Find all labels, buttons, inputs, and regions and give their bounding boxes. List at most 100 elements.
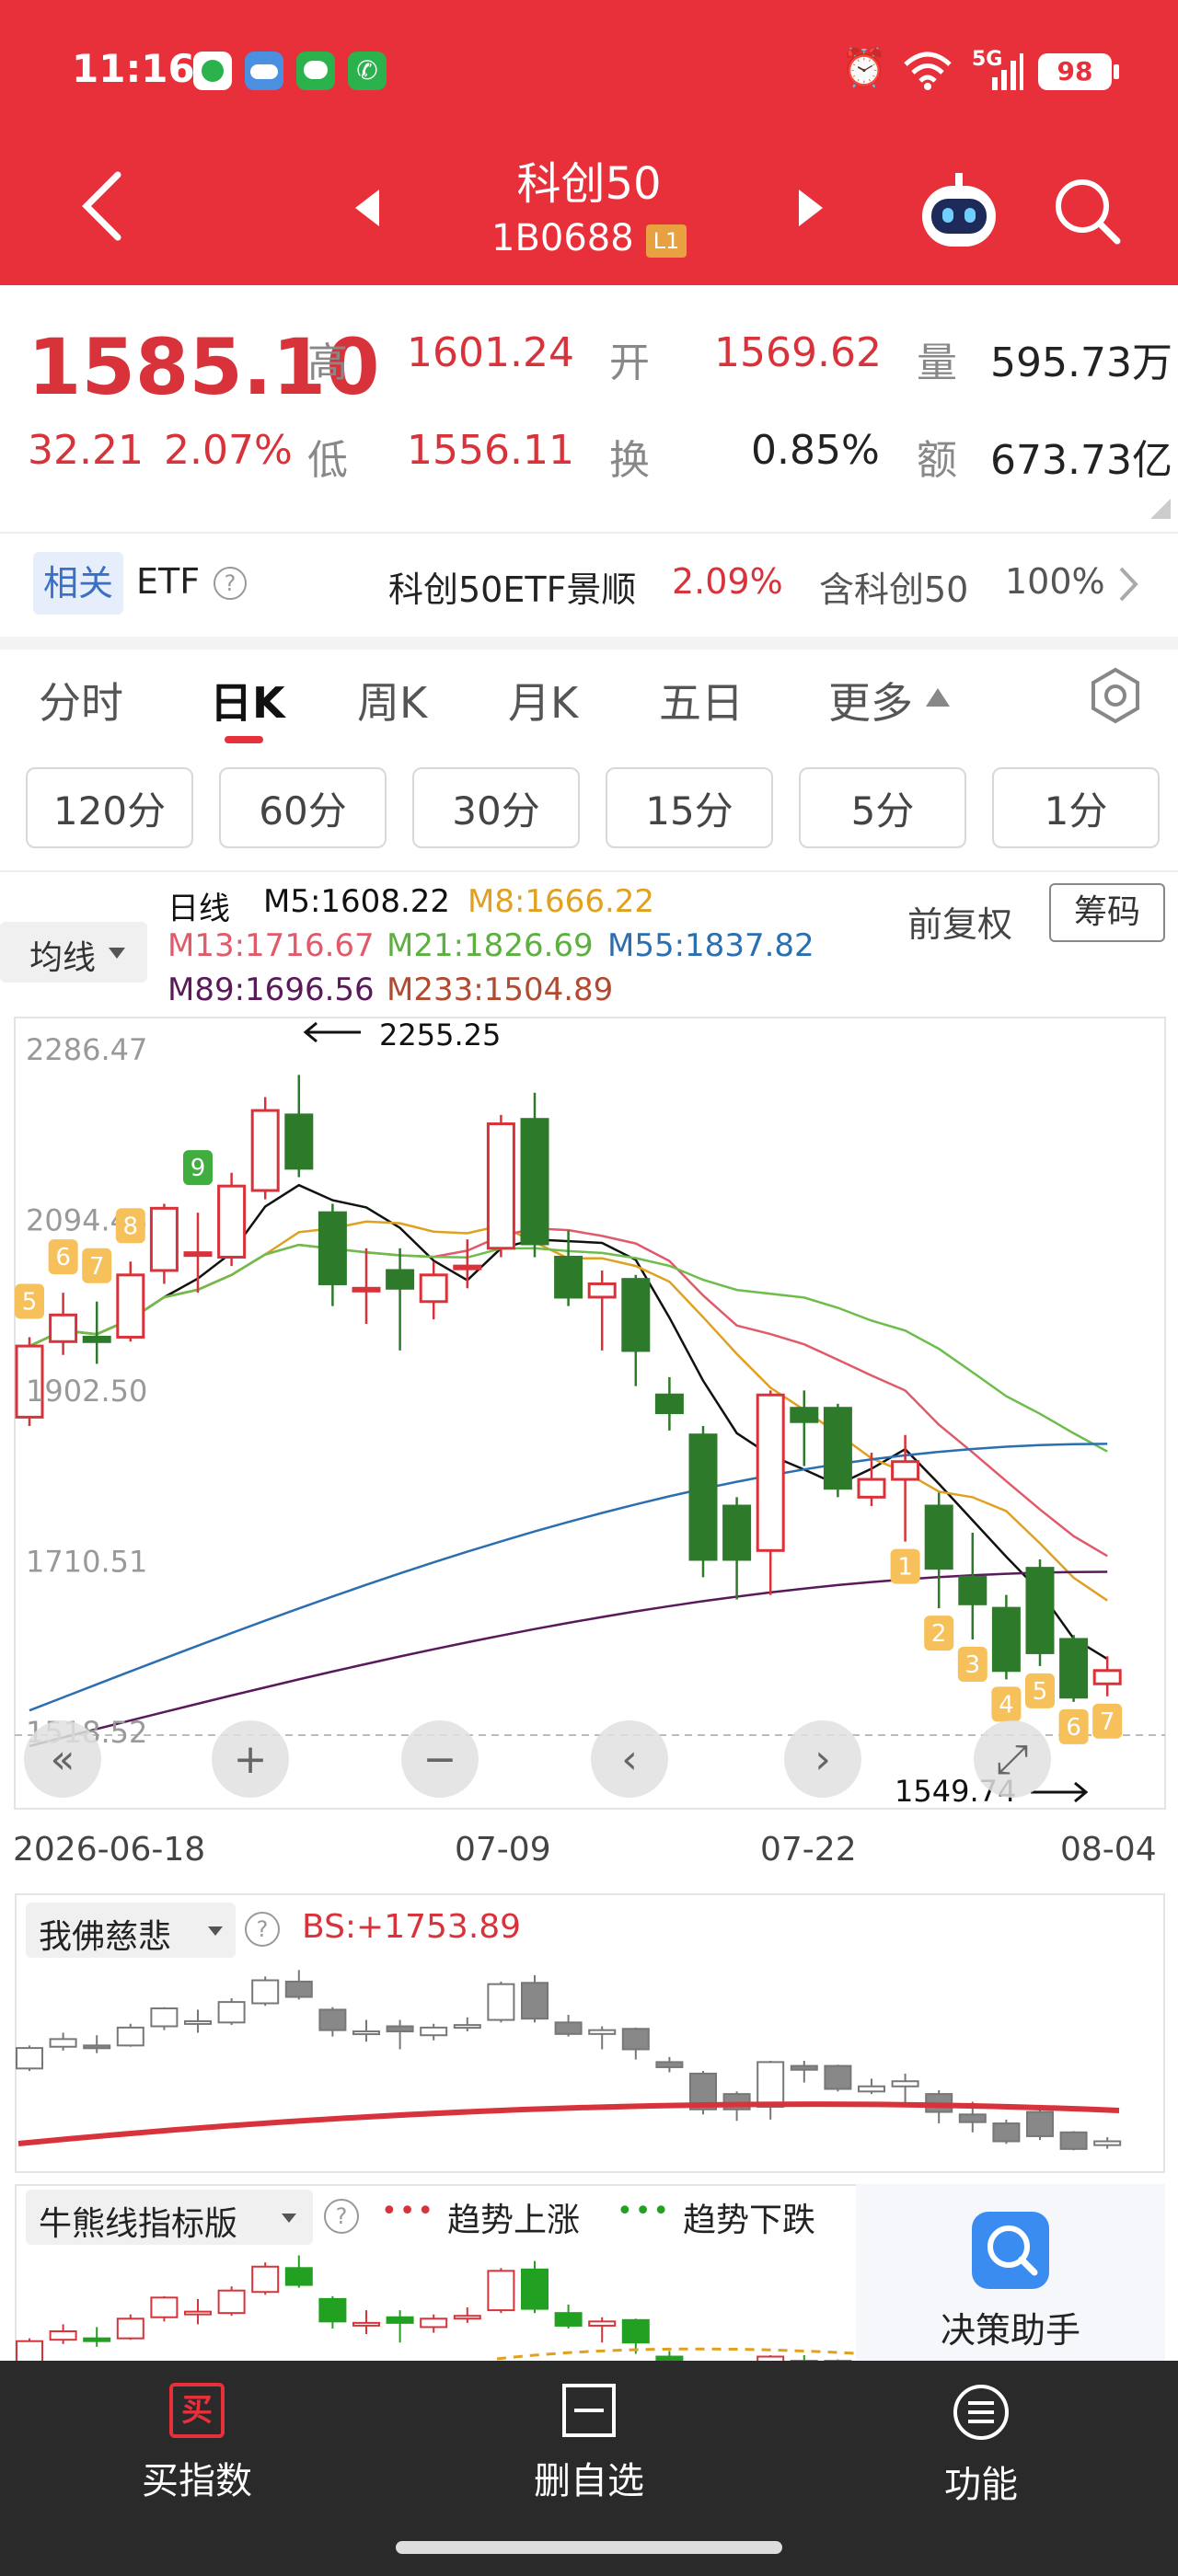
robot-assistant-icon[interactable] xyxy=(918,173,999,250)
candle-body xyxy=(453,1264,482,1271)
period-15min[interactable]: 15分 xyxy=(606,767,773,848)
prev-stock-icon[interactable] xyxy=(352,188,383,228)
tab-five-day[interactable]: 五日 xyxy=(659,670,744,730)
td-down-count: 6 xyxy=(1066,1714,1081,1742)
function-button[interactable]: 功能 xyxy=(871,2383,1091,2508)
ind1-candle xyxy=(116,2026,144,2047)
ma-selector[interactable]: 均线 xyxy=(0,922,147,983)
candle-body xyxy=(352,1286,381,1293)
search-icon[interactable] xyxy=(1051,175,1125,248)
ind2-candle xyxy=(217,2289,246,2315)
ind2-candle xyxy=(554,2312,583,2327)
indicator2-chart xyxy=(16,2255,856,2361)
x-tick-0: 2026-06-18 xyxy=(13,1831,206,1869)
dropdown-icon xyxy=(282,2214,296,2223)
title-bar: 科创50 1B0688 L1 xyxy=(0,147,1178,285)
candle-body xyxy=(82,1335,111,1343)
zoom-in-icon[interactable]: + xyxy=(212,1720,289,1798)
indicator1-chart xyxy=(16,1970,1122,2151)
candle-body xyxy=(49,1313,78,1343)
buy-index-button[interactable]: 买 买指数 xyxy=(87,2383,307,2504)
remove-watchlist-button[interactable]: 删自选 xyxy=(479,2383,699,2504)
max-annotation: 2255.25 xyxy=(379,1018,502,1052)
high-label: 高 xyxy=(307,339,348,386)
indicator2-help-icon[interactable]: ? xyxy=(324,2199,359,2234)
candle-body xyxy=(554,1255,583,1299)
turnover-label: 换 xyxy=(609,437,650,484)
back-icon[interactable] xyxy=(77,169,127,243)
assistant-icon xyxy=(972,2212,1049,2289)
up-trend-label: 趋势上涨 xyxy=(447,2202,581,2239)
candle-body xyxy=(520,1118,549,1246)
related-etf-row[interactable]: 相关 ETF ? 科创50ETF景顺 2.09% 含科创50 100% xyxy=(0,534,1178,637)
ind1-candle xyxy=(621,2028,650,2051)
ind1-candle xyxy=(1026,2110,1054,2137)
turnover-value: 0.85% xyxy=(751,427,880,474)
td-down-count: 7 xyxy=(1100,1708,1115,1736)
period-60min[interactable]: 60分 xyxy=(219,767,387,848)
period-120min[interactable]: 120分 xyxy=(26,767,193,848)
td-down-count: 4 xyxy=(999,1691,1014,1719)
price-change: 32.21 xyxy=(28,427,144,474)
indicator1-selector[interactable]: 我佛慈悲 xyxy=(26,1903,236,1958)
tab-monthly-k[interactable]: 月K xyxy=(508,670,578,730)
next-stock-icon[interactable] xyxy=(795,188,826,228)
ind1-candle xyxy=(420,2026,448,2037)
minus-box-icon xyxy=(562,2384,616,2437)
etf-name: 科创50ETF景顺 xyxy=(388,569,637,610)
status-time: 11:16 xyxy=(72,46,195,91)
y-tick-3: 1710.51 xyxy=(26,1544,147,1579)
message-app-icon xyxy=(296,52,335,90)
indicator1-value: BS:+1753.89 xyxy=(302,1908,522,1946)
candle-body xyxy=(284,1113,314,1170)
ind1-candle xyxy=(16,2047,43,2070)
open-value: 1569.62 xyxy=(714,329,882,376)
down-trend-dots: ••• xyxy=(617,2195,672,2227)
candle-body xyxy=(318,1211,347,1285)
alarm-icon: ⏰ xyxy=(841,47,887,89)
period-1min[interactable]: 1分 xyxy=(992,767,1160,848)
candle-body xyxy=(217,1184,247,1259)
ind1-candle xyxy=(992,2122,1021,2143)
period-5min[interactable]: 5分 xyxy=(799,767,966,848)
candle-body xyxy=(958,1575,987,1605)
candle-body xyxy=(924,1504,953,1570)
expand-corner-icon[interactable] xyxy=(1150,499,1171,519)
candlestick-chart[interactable]: 2286.472094.481902.501710.511518.52 5678… xyxy=(0,1012,1178,1822)
indicator2-selector[interactable]: 牛熊线指标版 xyxy=(26,2190,313,2245)
scroll-right-icon[interactable]: › xyxy=(784,1720,861,1798)
chips-button[interactable]: 筹码 xyxy=(1049,883,1165,942)
td-down-count: 3 xyxy=(965,1651,981,1679)
ind1-candle xyxy=(588,2029,617,2035)
buy-label: 买指数 xyxy=(142,2460,252,2502)
remove-label: 删自选 xyxy=(534,2460,644,2502)
tab-more[interactable]: 更多 xyxy=(828,670,913,730)
tab-daily-k[interactable]: 日K xyxy=(210,670,285,730)
ind1-candle xyxy=(487,1983,515,2021)
ind2-candle xyxy=(352,2321,380,2327)
dropdown-icon xyxy=(109,948,125,959)
contains-pct: 100% xyxy=(1005,561,1105,602)
decision-assistant[interactable]: 决策助手 xyxy=(856,2184,1165,2361)
zoom-out-icon[interactable]: − xyxy=(401,1720,479,1798)
adjust-label[interactable]: 前复权 xyxy=(907,896,1012,947)
ind1-candle xyxy=(217,2001,246,2024)
ind1-candle xyxy=(790,2064,818,2071)
candle-body xyxy=(1059,1638,1089,1699)
tab-weekly-k[interactable]: 周K xyxy=(357,670,427,730)
tab-fenshi[interactable]: 分时 xyxy=(39,670,123,730)
scroll-start-icon[interactable]: « xyxy=(24,1720,101,1798)
fullscreen-icon[interactable]: ⤢ xyxy=(974,1720,1051,1798)
ma233-label: M233:1504.89 xyxy=(387,972,614,1008)
help-icon[interactable]: ? xyxy=(214,567,247,600)
ind1-candle xyxy=(891,2080,919,2087)
scroll-left-icon[interactable]: ‹ xyxy=(591,1720,668,1798)
ma55-label: M55:1837.82 xyxy=(607,927,814,964)
chevron-right-icon xyxy=(1119,567,1138,602)
x-tick-1: 07-09 xyxy=(455,1831,551,1869)
settings-hexagon-icon[interactable] xyxy=(1086,666,1145,725)
period-30min[interactable]: 30分 xyxy=(412,767,580,848)
candle-body xyxy=(587,1282,617,1299)
indicator1-help-icon[interactable]: ? xyxy=(245,1912,280,1947)
ma-selector-label: 均线 xyxy=(29,939,97,977)
